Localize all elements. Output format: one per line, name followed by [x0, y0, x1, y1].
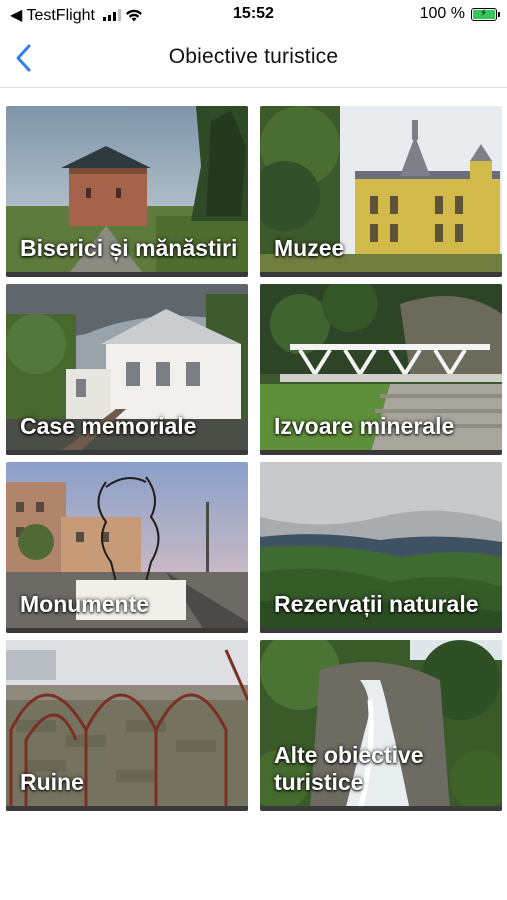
tile-museums[interactable]: Muzee [260, 106, 502, 277]
tile-label: Muzee [274, 235, 345, 262]
status-right: 100 % ⚡ [419, 5, 500, 23]
battery-percent: 100 % [419, 5, 465, 22]
tile-memorial-houses[interactable]: Case memoriale [6, 284, 248, 455]
status-bar: ◀ TestFlight 15:52 100 % ⚡ [0, 0, 507, 30]
category-grid: Biserici și mănăstiri Muzee Case memoria… [6, 106, 502, 811]
tile-monuments[interactable]: Monumente [6, 462, 248, 633]
tile-label: Izvoare minerale [274, 413, 455, 440]
tile-label: Rezervații naturale [274, 591, 479, 618]
page-title: Obiective turistice [168, 45, 339, 68]
battery-icon: ⚡ [471, 7, 500, 21]
tile-mineral-springs[interactable]: Izvoare minerale [260, 284, 502, 455]
tile-other-attractions[interactable]: Alte obiective turistice [260, 640, 502, 811]
navigation-bar: Obiective turistice [0, 30, 507, 88]
tile-label: Alte obiective turistice [274, 741, 424, 796]
tile-label: Case memoriale [20, 413, 197, 440]
tile-label: Biserici și mănăstiri [20, 235, 238, 262]
tile-label: Ruine [20, 769, 84, 796]
tile-nature-reserves[interactable]: Rezervații naturale [260, 462, 502, 633]
tile-churches-monasteries[interactable]: Biserici și mănăstiri [6, 106, 248, 277]
tile-ruins[interactable]: Ruine [6, 640, 248, 811]
tile-label: Monumente [20, 591, 150, 618]
